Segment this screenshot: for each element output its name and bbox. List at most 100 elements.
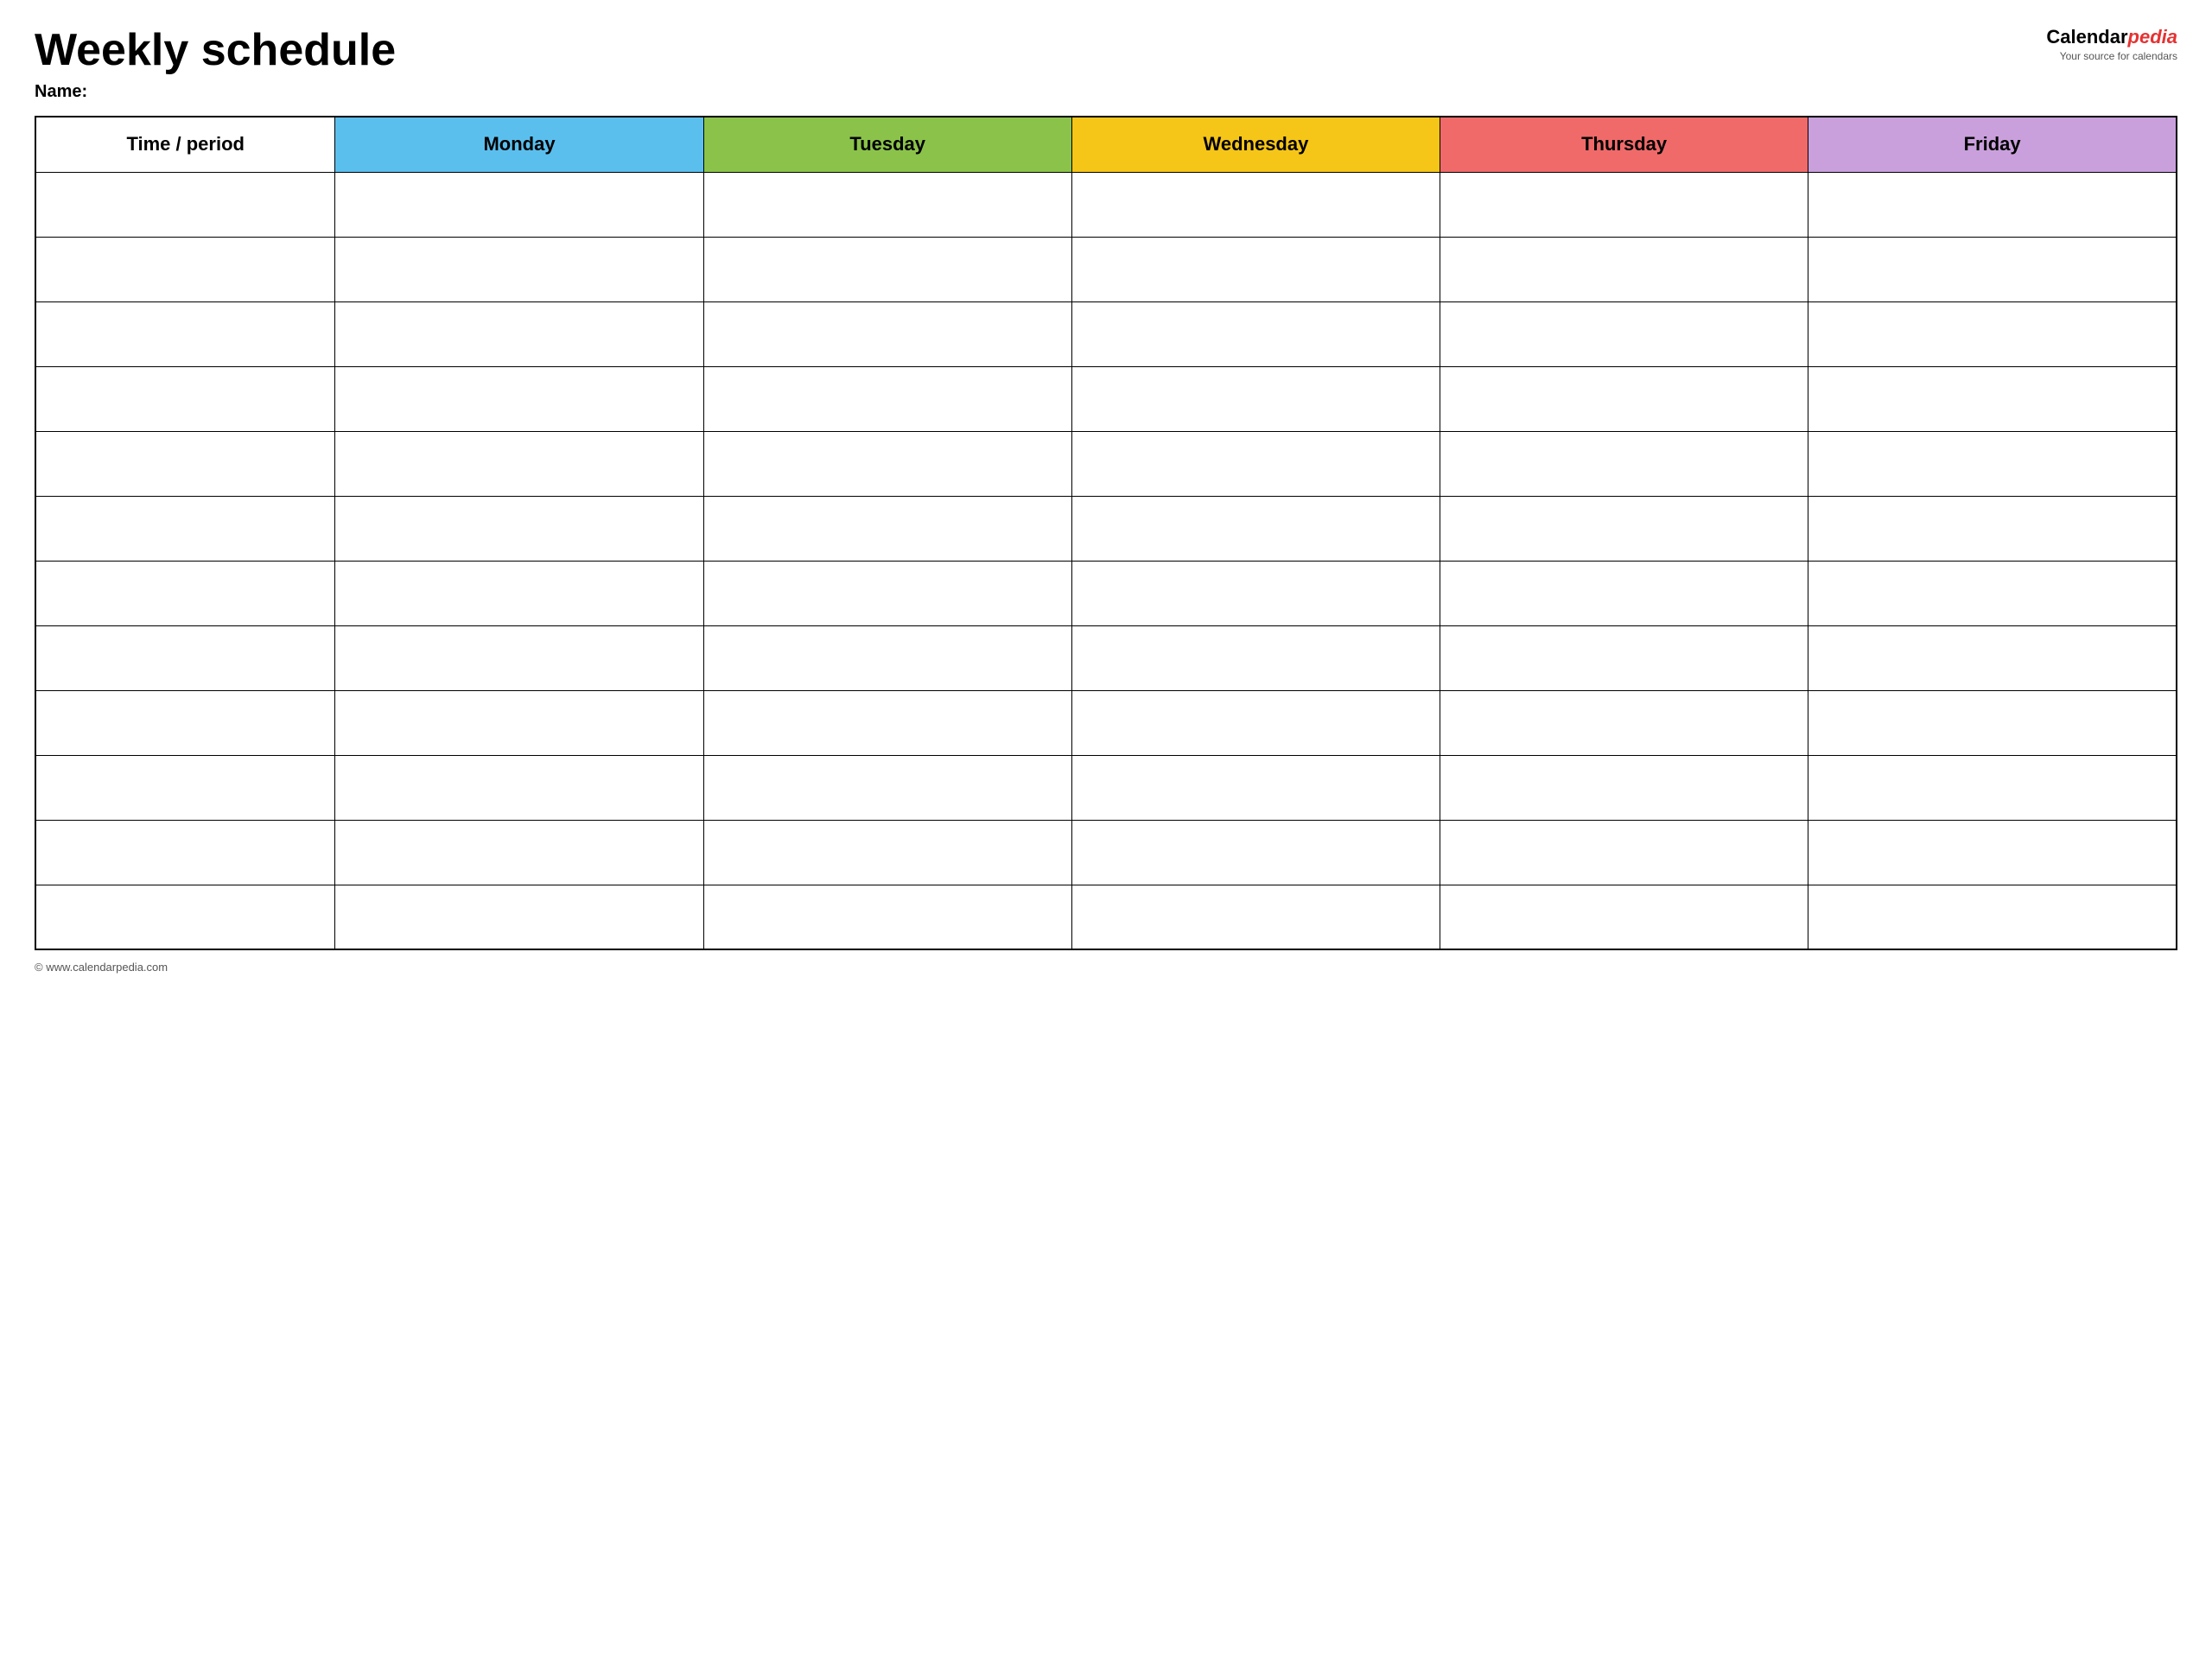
- col-header-thursday: Thursday: [1440, 117, 1808, 172]
- table-cell[interactable]: [1440, 690, 1808, 755]
- table-cell[interactable]: [1808, 431, 2177, 496]
- table-cell[interactable]: [1071, 885, 1440, 949]
- logo-tagline: Your source for calendars: [2022, 50, 2177, 62]
- header-section: Weekly schedule Name: Calendarpedia Your…: [35, 26, 2177, 102]
- schedule-table: Time / period Monday Tuesday Wednesday T…: [35, 116, 2177, 950]
- table-row: [35, 625, 2177, 690]
- footer-url: © www.calendarpedia.com: [35, 961, 168, 974]
- table-cell[interactable]: [703, 172, 1071, 237]
- table-cell[interactable]: [1071, 755, 1440, 820]
- table-cell[interactable]: [35, 885, 335, 949]
- table-cell[interactable]: [703, 755, 1071, 820]
- table-cell[interactable]: [35, 820, 335, 885]
- table-cell[interactable]: [703, 301, 1071, 366]
- table-cell[interactable]: [703, 237, 1071, 301]
- table-cell[interactable]: [35, 625, 335, 690]
- table-cell[interactable]: [335, 820, 703, 885]
- table-row: [35, 561, 2177, 625]
- table-cell[interactable]: [35, 172, 335, 237]
- table-cell[interactable]: [1808, 625, 2177, 690]
- table-cell[interactable]: [335, 301, 703, 366]
- table-cell[interactable]: [35, 366, 335, 431]
- col-header-wednesday: Wednesday: [1071, 117, 1440, 172]
- table-cell[interactable]: [1071, 366, 1440, 431]
- table-cell[interactable]: [1071, 561, 1440, 625]
- table-cell[interactable]: [703, 366, 1071, 431]
- table-cell[interactable]: [335, 172, 703, 237]
- page-title: Weekly schedule: [35, 26, 2022, 75]
- table-cell[interactable]: [1440, 885, 1808, 949]
- table-cell[interactable]: [1440, 172, 1808, 237]
- table-cell[interactable]: [1071, 690, 1440, 755]
- schedule-body: [35, 172, 2177, 949]
- table-cell[interactable]: [1808, 755, 2177, 820]
- table-cell[interactable]: [1440, 820, 1808, 885]
- col-header-tuesday: Tuesday: [703, 117, 1071, 172]
- table-cell[interactable]: [703, 625, 1071, 690]
- table-row: [35, 690, 2177, 755]
- table-cell[interactable]: [1440, 755, 1808, 820]
- table-cell[interactable]: [1808, 366, 2177, 431]
- table-cell[interactable]: [335, 690, 703, 755]
- footer: © www.calendarpedia.com: [35, 961, 2177, 974]
- table-cell[interactable]: [1440, 431, 1808, 496]
- col-header-time: Time / period: [35, 117, 335, 172]
- table-cell[interactable]: [335, 885, 703, 949]
- header-row: Time / period Monday Tuesday Wednesday T…: [35, 117, 2177, 172]
- table-cell[interactable]: [1071, 301, 1440, 366]
- table-cell[interactable]: [1071, 496, 1440, 561]
- table-row: [35, 496, 2177, 561]
- table-row: [35, 301, 2177, 366]
- table-cell[interactable]: [1808, 561, 2177, 625]
- table-cell[interactable]: [1071, 820, 1440, 885]
- table-cell[interactable]: [335, 431, 703, 496]
- table-cell[interactable]: [703, 820, 1071, 885]
- table-cell[interactable]: [335, 561, 703, 625]
- table-cell[interactable]: [35, 690, 335, 755]
- title-area: Weekly schedule Name:: [35, 26, 2022, 102]
- table-cell[interactable]: [1440, 301, 1808, 366]
- table-cell[interactable]: [703, 431, 1071, 496]
- table-cell[interactable]: [1440, 366, 1808, 431]
- table-cell[interactable]: [1071, 237, 1440, 301]
- table-cell[interactable]: [35, 237, 335, 301]
- table-cell[interactable]: [703, 561, 1071, 625]
- table-cell[interactable]: [703, 690, 1071, 755]
- table-cell[interactable]: [1440, 496, 1808, 561]
- table-cell[interactable]: [703, 496, 1071, 561]
- table-cell[interactable]: [1808, 301, 2177, 366]
- logo-text: Calendarpedia: [2022, 26, 2177, 48]
- table-cell[interactable]: [1071, 431, 1440, 496]
- table-cell[interactable]: [1071, 625, 1440, 690]
- table-cell[interactable]: [1440, 625, 1808, 690]
- table-cell[interactable]: [1440, 237, 1808, 301]
- table-cell[interactable]: [35, 496, 335, 561]
- table-row: [35, 431, 2177, 496]
- table-cell[interactable]: [1808, 172, 2177, 237]
- table-cell[interactable]: [335, 366, 703, 431]
- table-cell[interactable]: [1808, 820, 2177, 885]
- table-row: [35, 237, 2177, 301]
- logo-area: Calendarpedia Your source for calendars: [2022, 26, 2177, 62]
- table-cell[interactable]: [335, 496, 703, 561]
- table-cell[interactable]: [703, 885, 1071, 949]
- table-cell[interactable]: [1071, 172, 1440, 237]
- table-cell[interactable]: [1440, 561, 1808, 625]
- table-cell[interactable]: [335, 755, 703, 820]
- table-cell[interactable]: [35, 755, 335, 820]
- col-header-monday: Monday: [335, 117, 703, 172]
- name-label: Name:: [35, 82, 2022, 102]
- table-cell[interactable]: [335, 237, 703, 301]
- table-cell[interactable]: [35, 301, 335, 366]
- table-row: [35, 885, 2177, 949]
- table-cell[interactable]: [35, 561, 335, 625]
- table-row: [35, 820, 2177, 885]
- table-row: [35, 366, 2177, 431]
- table-cell[interactable]: [1808, 237, 2177, 301]
- table-cell[interactable]: [335, 625, 703, 690]
- table-cell[interactable]: [1808, 690, 2177, 755]
- table-cell[interactable]: [35, 431, 335, 496]
- col-header-friday: Friday: [1808, 117, 2177, 172]
- table-cell[interactable]: [1808, 885, 2177, 949]
- table-cell[interactable]: [1808, 496, 2177, 561]
